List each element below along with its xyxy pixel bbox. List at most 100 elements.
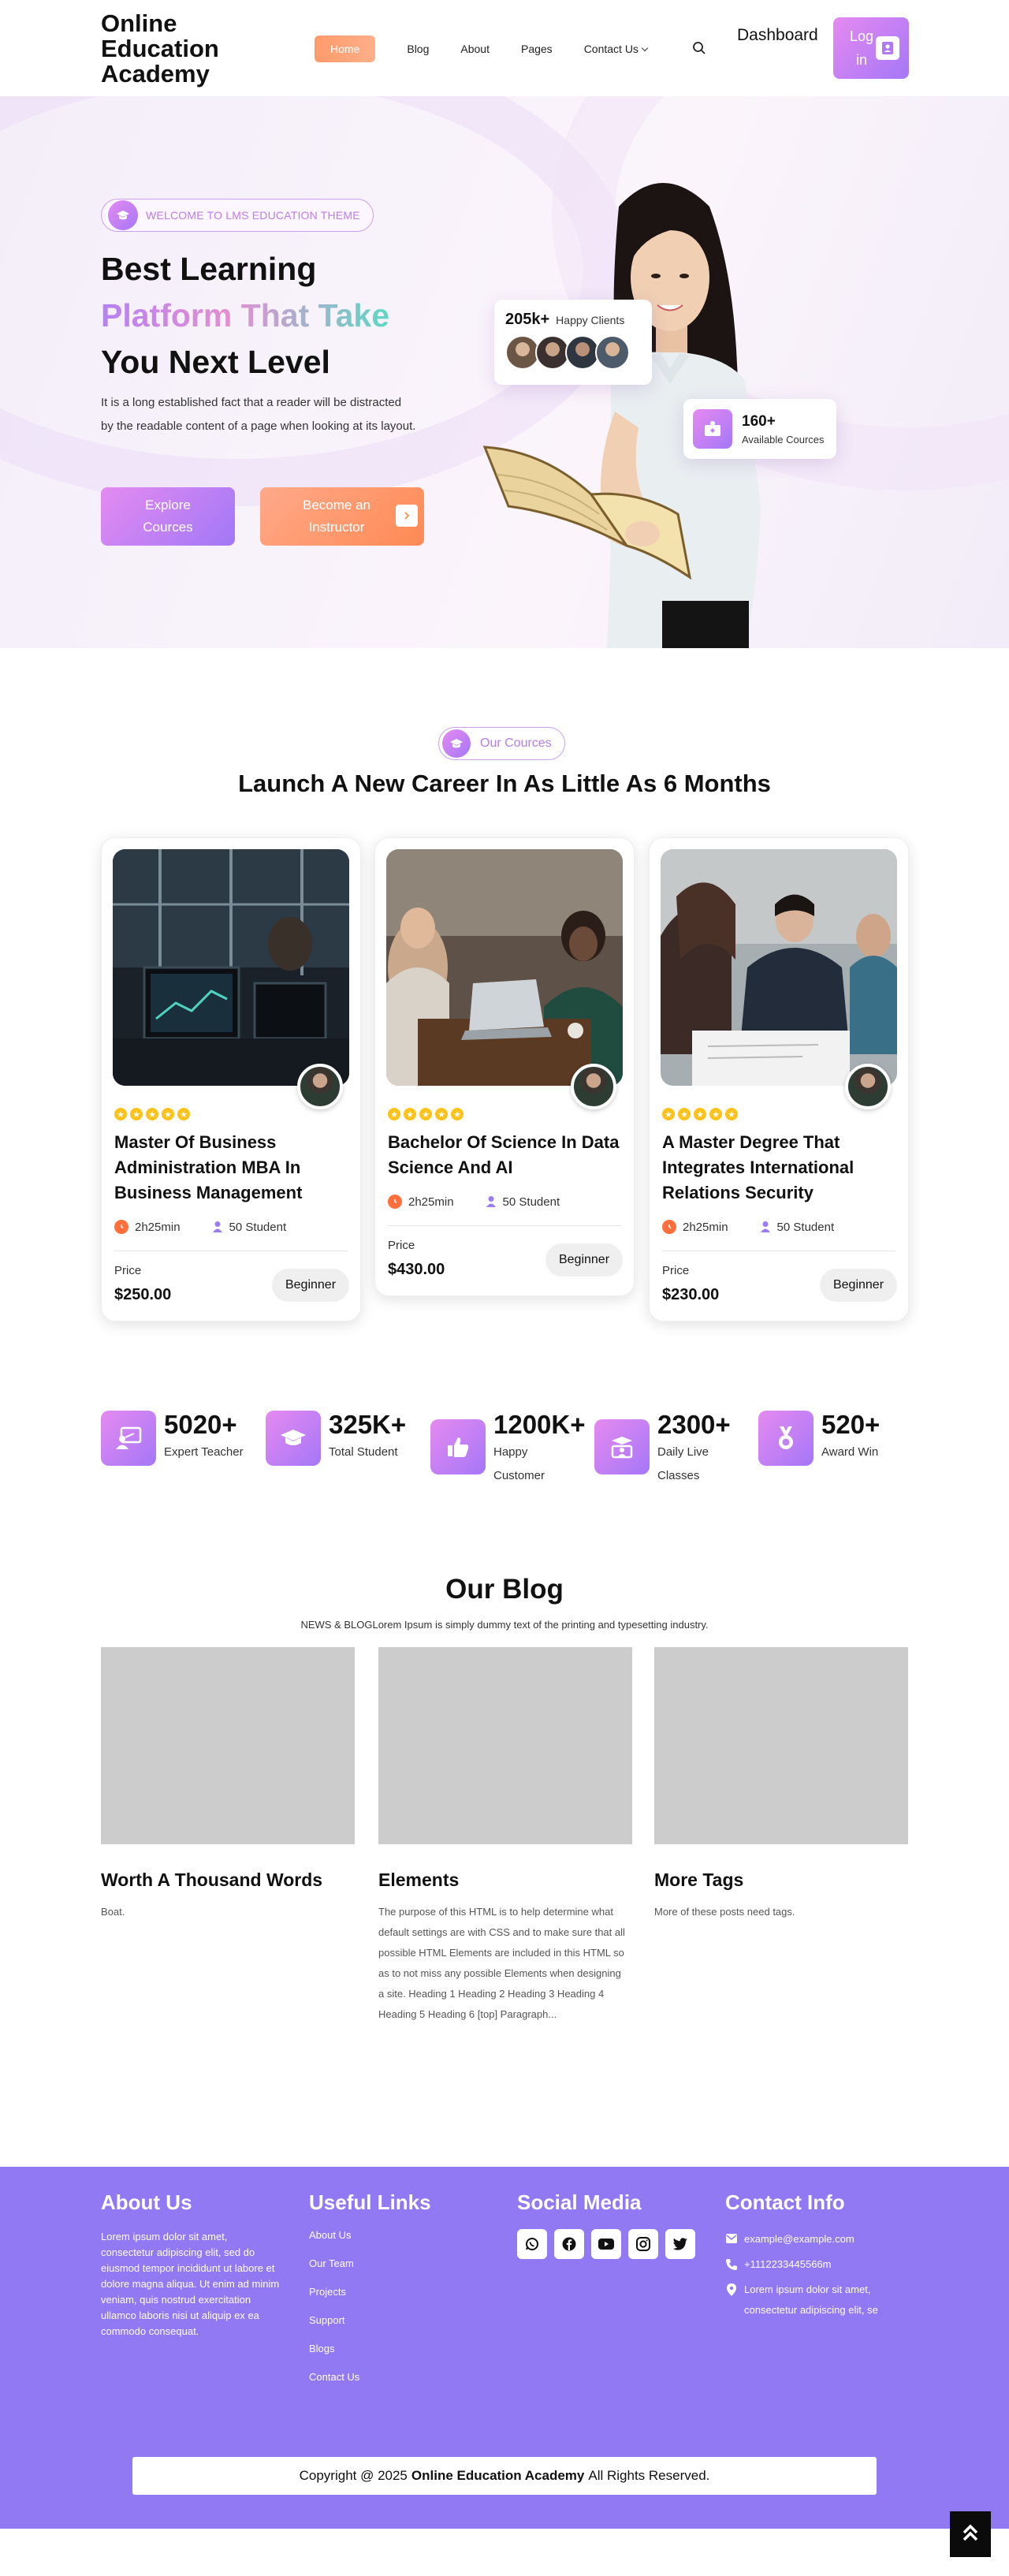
- social-icons: [517, 2229, 695, 2259]
- nav-pages[interactable]: Pages: [521, 43, 553, 55]
- star-icon: ★: [662, 1108, 675, 1120]
- blog-post-title[interactable]: More Tags: [654, 1870, 908, 1891]
- nav-contact-us[interactable]: Contact Us: [584, 43, 649, 55]
- blog-post[interactable]: Worth A Thousand Words Boat.: [101, 1647, 355, 1922]
- teacher-board-icon: [101, 1411, 156, 1466]
- blog-post-excerpt: Boat.: [101, 1906, 125, 1918]
- nav-about[interactable]: About: [460, 43, 490, 55]
- nav-home[interactable]: Home: [315, 35, 376, 62]
- avatar: [595, 335, 630, 370]
- student-icon: [760, 1221, 771, 1233]
- star-icon: ★: [419, 1108, 432, 1120]
- blog-post-title[interactable]: Worth A Thousand Words: [101, 1870, 355, 1891]
- hero-heading: Best Learning Platform That Take You Nex…: [101, 246, 389, 386]
- course-card[interactable]: ★ ★ ★ ★ ★ Master Of Business Administration …: [101, 837, 361, 1322]
- footer-link-contact-us[interactable]: Contact Us: [309, 2363, 431, 2391]
- course-title[interactable]: Bachelor Of Science In Data Science And …: [388, 1130, 621, 1180]
- explore-courses-button[interactable]: Explore Cources: [101, 487, 235, 546]
- stat-number: 325K+: [329, 1410, 407, 1439]
- login-label: Log in: [849, 28, 874, 68]
- course-card[interactable]: ★ ★ ★ ★ ★ A Master Degree That Integrates In…: [649, 837, 909, 1322]
- price-label: Price: [388, 1239, 415, 1252]
- instructor-avatar: [845, 1064, 891, 1109]
- hero-section: WELCOME TO LMS EDUCATION THEME Best Lear…: [0, 96, 1009, 648]
- blog-post-image[interactable]: [378, 1647, 632, 1844]
- blog-post-title[interactable]: Elements: [378, 1870, 632, 1891]
- hero-heading-line1: Best Learning: [101, 251, 317, 287]
- stat-label: Total Student: [329, 1445, 398, 1459]
- hero-description: It is a long established fact that a rea…: [101, 396, 416, 433]
- student-icon: [212, 1221, 223, 1233]
- footer-link-projects[interactable]: Projects: [309, 2278, 431, 2306]
- footer-link-about-us[interactable]: About Us: [309, 2221, 431, 2250]
- welcome-badge: WELCOME TO LMS EDUCATION THEME: [101, 199, 374, 232]
- copyright-bar: Copyright @ 2025 Online Education Academ…: [132, 2457, 877, 2495]
- course-title[interactable]: Master Of Business Administration MBA In…: [114, 1130, 348, 1206]
- contact-address-row: Lorem ipsum dolor sit amet, consectetur …: [725, 2280, 902, 2321]
- blog-post-excerpt: More of these posts need tags.: [654, 1906, 795, 1918]
- contact-phone[interactable]: +1112233445566m: [744, 2254, 831, 2275]
- whatsapp-icon[interactable]: [517, 2229, 547, 2259]
- course-level-badge: Beginner: [820, 1269, 897, 1302]
- youtube-icon[interactable]: [591, 2229, 621, 2259]
- course-duration: 2h25min: [135, 1220, 181, 1234]
- blog-post[interactable]: Elements The purpose of this HTML is to …: [378, 1647, 632, 2025]
- blog-post[interactable]: More Tags More of these posts need tags.: [654, 1647, 908, 1922]
- courses-number: 160+: [742, 412, 776, 430]
- rating-stars: ★ ★ ★ ★ ★: [662, 1108, 738, 1120]
- course-duration: 2h25min: [408, 1195, 454, 1209]
- become-instructor-button[interactable]: Become an Instructor: [260, 487, 424, 546]
- site-brand[interactable]: Online Education Academy: [101, 11, 235, 87]
- course-meta: 2h25min 50 Student: [662, 1220, 834, 1234]
- course-title[interactable]: A Master Degree That Integrates Internat…: [662, 1130, 895, 1206]
- hero-heading-line2: Platform That Take: [101, 297, 390, 334]
- footer-link-blogs[interactable]: Blogs: [309, 2335, 431, 2363]
- star-icon: ★: [694, 1108, 706, 1120]
- location-pin-icon: [725, 2283, 738, 2296]
- contact-email-row: example@example.com: [725, 2229, 902, 2250]
- dashboard-link[interactable]: Dashboard: [737, 22, 818, 48]
- star-icon: ★: [404, 1108, 416, 1120]
- footer-links-title: Useful Links: [309, 2190, 431, 2214]
- divider: [388, 1225, 621, 1226]
- courses-title: Launch A New Career In As Little As 6 Mo…: [238, 770, 771, 797]
- contact-email[interactable]: example@example.com: [744, 2229, 854, 2250]
- star-icon: ★: [146, 1108, 158, 1120]
- user-icon: [876, 36, 899, 60]
- star-icon: ★: [162, 1108, 174, 1120]
- footer-social: Social Media: [517, 2190, 695, 2259]
- contact-address: Lorem ipsum dolor sit amet, consectetur …: [744, 2283, 878, 2316]
- login-button[interactable]: Log in: [833, 17, 909, 79]
- blog-post-image[interactable]: [654, 1647, 908, 1844]
- footer-contact-title: Contact Info: [725, 2190, 845, 2214]
- stat-label: Expert Teacher: [164, 1445, 244, 1459]
- course-meta: 2h25min 50 Student: [388, 1195, 560, 1209]
- rating-stars: ★ ★ ★ ★ ★: [388, 1108, 464, 1120]
- clock-icon: [114, 1220, 128, 1234]
- star-icon: ★: [451, 1108, 464, 1120]
- star-icon: ★: [725, 1108, 738, 1120]
- blog-post-excerpt: The purpose of this HTML is to help dete…: [378, 1906, 625, 2020]
- course-duration: 2h25min: [683, 1220, 728, 1234]
- stat-award-win: 520+ Award Win: [758, 1411, 908, 1466]
- course-students: 50 Student: [502, 1195, 560, 1209]
- instagram-icon[interactable]: [628, 2229, 658, 2259]
- blog-post-image[interactable]: [101, 1647, 355, 1844]
- clock-icon: [662, 1220, 676, 1234]
- copyright-brand[interactable]: Online Education Academy: [411, 2468, 584, 2484]
- course-meta: 2h25min 50 Student: [114, 1220, 286, 1234]
- scroll-to-top-button[interactable]: [950, 2511, 991, 2557]
- site-header: Online Education Academy Home Blog About…: [0, 0, 1009, 96]
- footer-link-our-team[interactable]: Our Team: [309, 2250, 431, 2278]
- course-card[interactable]: ★ ★ ★ ★ ★ Bachelor Of Science In Data Scienc…: [374, 837, 635, 1296]
- star-icon: ★: [388, 1108, 400, 1120]
- student-icon: [486, 1195, 497, 1208]
- facebook-icon[interactable]: [554, 2229, 584, 2259]
- search-icon[interactable]: [692, 41, 708, 57]
- nav-blog[interactable]: Blog: [407, 43, 429, 55]
- available-courses-card: 160+ Available Cources: [683, 399, 836, 459]
- twitter-icon[interactable]: [665, 2229, 695, 2259]
- footer-link-support[interactable]: Support: [309, 2306, 431, 2335]
- instructor-label: Become an Instructor: [303, 498, 370, 535]
- stat-number: 520+: [821, 1410, 881, 1439]
